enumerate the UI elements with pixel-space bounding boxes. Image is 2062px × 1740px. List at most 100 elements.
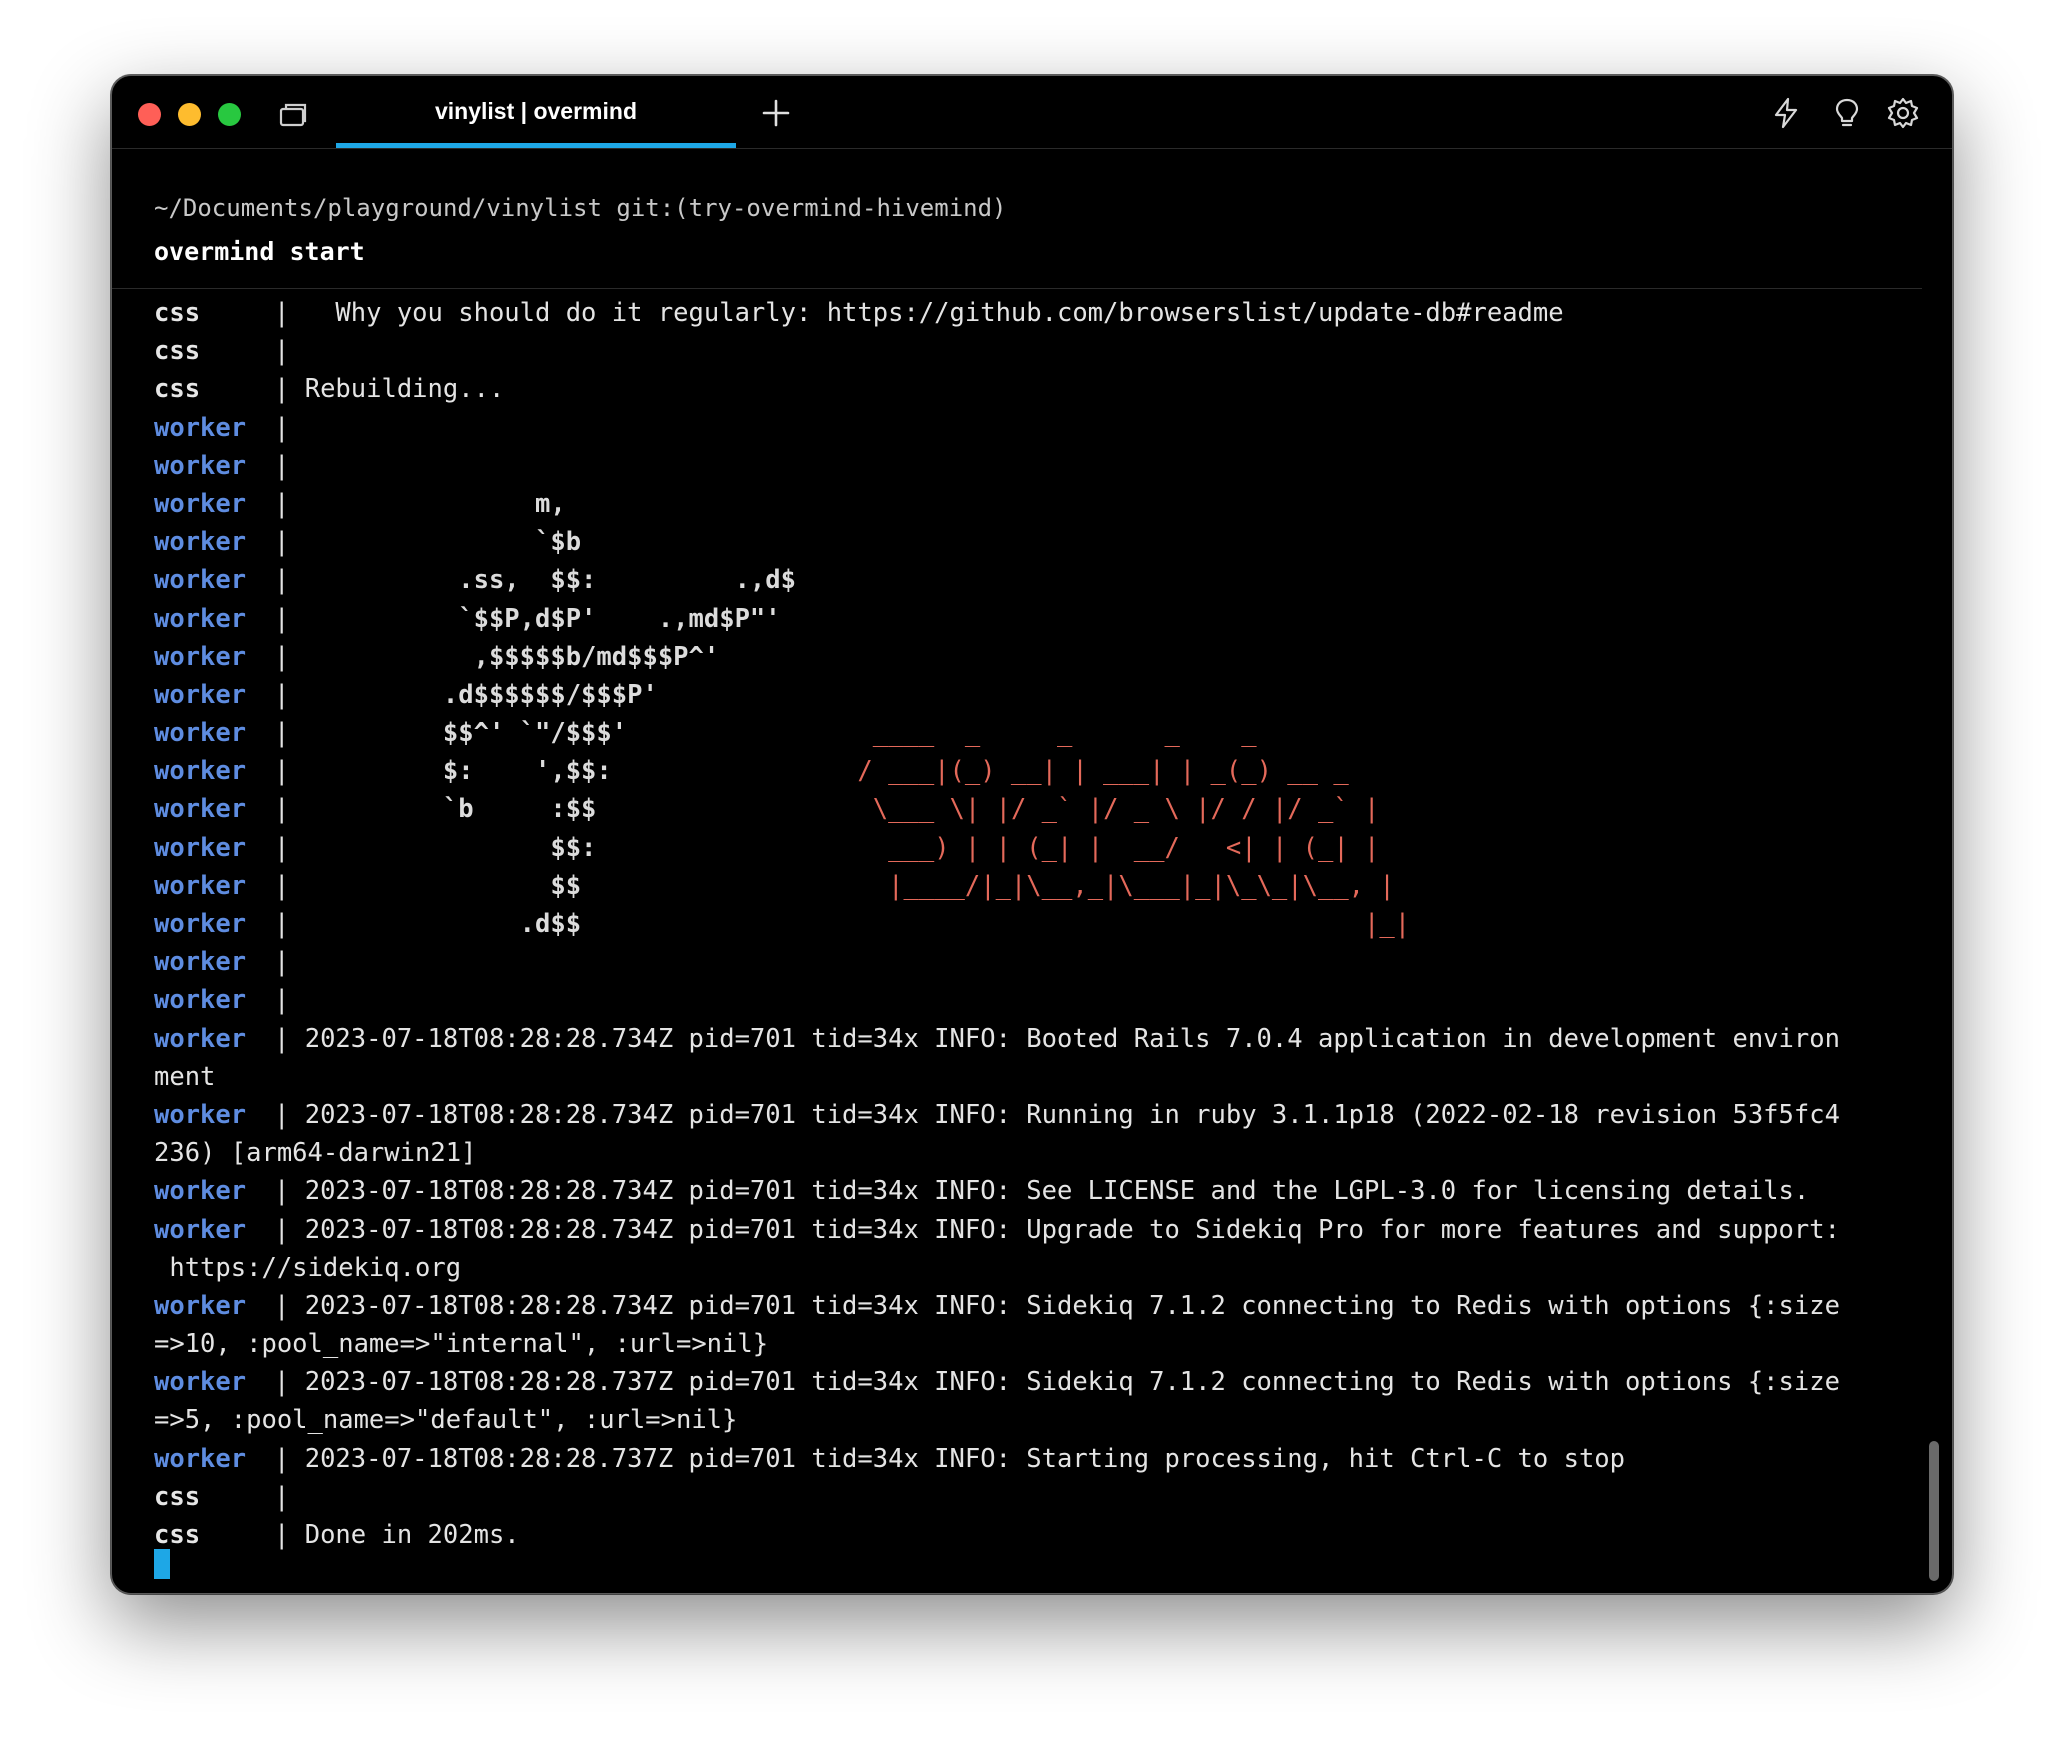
process-label: worker	[154, 756, 247, 787]
pipe-separator: |	[274, 679, 290, 710]
process-label: css	[154, 1481, 201, 1512]
sidekiq-ascii-art: $$	[304, 870, 582, 901]
pipe-separator: |	[274, 947, 290, 978]
output-line: css | Why you should do it regularly: htt…	[154, 294, 1914, 332]
process-label: worker	[154, 1367, 247, 1398]
sidekiq-ascii-logo: \___ \| |/ _` |/ _ \ |/ / |/ _` |	[765, 794, 1380, 825]
output-line: worker | `$$P,d$P' .,md$P"'	[154, 600, 1914, 638]
pipe-separator: |	[274, 1443, 290, 1474]
tab-title: vinylist | overmind	[435, 98, 637, 124]
pipe-separator: |	[274, 794, 290, 825]
sidekiq-ascii-art: .d$$	[304, 909, 582, 939]
log-text: ment	[154, 1061, 216, 1092]
prompt-path: ~/Documents/playground/vinylist git:(try…	[154, 194, 1007, 222]
log-text: 2023-07-18T08:28:28.734Z pid=701 tid=34x…	[304, 1176, 1810, 1207]
output-line: worker | 2023-07-18T08:28:28.734Z pid=701…	[154, 1172, 1914, 1210]
output-line: worker | 2023-07-18T08:28:28.734Z pid=701…	[154, 1211, 1914, 1249]
output-line: worker | $$ |____/|_|\__,_|\___|_|\_\_|\_…	[154, 867, 1914, 905]
sidekiq-ascii-logo: ____ _ _ _ _	[765, 718, 1257, 749]
command-text: overmind start	[154, 237, 365, 266]
process-label: worker	[154, 718, 247, 749]
output-line: worker | .d$$ |_|	[154, 905, 1914, 943]
pipe-separator: |	[274, 985, 290, 1016]
process-label: worker	[154, 603, 247, 634]
sidekiq-ascii-logo: ___) | | (_| | __/ <| | (_| |	[765, 832, 1380, 863]
pipe-separator: |	[274, 641, 290, 672]
output-line: worker |	[154, 943, 1914, 981]
log-text: 2023-07-18T08:28:28.737Z pid=701 tid=34x…	[304, 1367, 1840, 1398]
process-label: worker	[154, 947, 247, 978]
process-label: worker	[154, 870, 247, 901]
plus-icon[interactable]	[759, 96, 793, 130]
output-line: worker | 2023-07-18T08:28:28.737Z pid=701…	[154, 1363, 1914, 1401]
output-line: =>5, :pool_name=>"default", :url=>nil}	[154, 1401, 1914, 1439]
output-line: css |	[154, 332, 1914, 370]
log-text: Done in 202ms.	[304, 1520, 520, 1550]
sidekiq-ascii-logo: |_|	[765, 909, 1411, 939]
output-line: worker |	[154, 447, 1914, 485]
output-line: https://sidekiq.org	[154, 1249, 1914, 1287]
output-line: worker | $$: ___) | | (_| | __/ <| | (_| …	[154, 829, 1914, 867]
sidekiq-ascii-art: `$$P,d$P' .,md$P"'	[304, 603, 781, 634]
log-text: =>5, :pool_name=>"default", :url=>nil}	[154, 1405, 738, 1436]
process-label: worker	[154, 1443, 247, 1474]
process-label: worker	[154, 450, 247, 481]
minimize-button[interactable]	[178, 103, 201, 126]
lightning-bolt-icon[interactable]	[1769, 96, 1803, 130]
output-line: worker | 2023-07-18T08:28:28.734Z pid=701…	[154, 1020, 1914, 1058]
sidekiq-ascii-logo: / ___|(_) __| | ___| | _(_) __ _	[765, 756, 1349, 787]
log-text: Why you should do it regularly: https://…	[304, 298, 1564, 328]
process-label: worker	[154, 412, 247, 443]
output-line: worker | .d$$$$$$/$$$P'	[154, 676, 1914, 714]
process-label: worker	[154, 679, 247, 710]
process-label: css	[154, 1520, 201, 1550]
pipe-separator: |	[274, 1099, 290, 1130]
process-label: css	[154, 374, 201, 405]
process-label: css	[154, 336, 201, 367]
output-line: worker | `b :$$ \___ \| |/ _` |/ _ \ |/ /…	[154, 790, 1914, 828]
zoom-button[interactable]	[218, 103, 241, 126]
output-line: worker | 2023-07-18T08:28:28.734Z pid=701…	[154, 1287, 1914, 1325]
pipe-separator: |	[274, 832, 290, 863]
pipe-separator: |	[274, 412, 290, 443]
pipe-separator: |	[274, 527, 290, 558]
log-text: 2023-07-18T08:28:28.734Z pid=701 tid=34x…	[304, 1099, 1840, 1130]
sidekiq-ascii-art: m,	[304, 488, 566, 519]
output-line: ment	[154, 1058, 1914, 1096]
process-label: worker	[154, 1099, 247, 1130]
gear-icon[interactable]	[1886, 96, 1920, 130]
log-text: =>10, :pool_name=>"internal", :url=>nil}	[154, 1329, 769, 1360]
title-bar-divider	[112, 148, 1952, 149]
sidekiq-ascii-art: .ss, $$: .,d$	[304, 565, 796, 596]
log-text: 236) [arm64-darwin21]	[154, 1138, 477, 1169]
sidekiq-ascii-art: $$^' `"/$$$'	[304, 718, 628, 749]
log-text: 2023-07-18T08:28:28.734Z pid=701 tid=34x…	[304, 1214, 1840, 1245]
process-label: worker	[154, 641, 247, 672]
output-line: worker | $$^' `"/$$$' ____ _ _ _ _	[154, 714, 1914, 752]
sidekiq-ascii-art: $: ',$$:	[304, 756, 612, 787]
log-text: https://sidekiq.org	[154, 1252, 462, 1283]
process-label: worker	[154, 909, 247, 939]
lightbulb-icon[interactable]	[1830, 96, 1864, 130]
pipe-separator: |	[274, 718, 290, 749]
output-line: =>10, :pool_name=>"internal", :url=>nil}	[154, 1325, 1914, 1363]
pipe-separator: |	[274, 756, 290, 787]
tab-vinylist-overmind[interactable]: vinylist | overmind	[336, 76, 736, 148]
command-header-divider	[112, 288, 1922, 289]
log-text: 2023-07-18T08:28:28.734Z pid=701 tid=34x…	[304, 1023, 1840, 1054]
sidekiq-ascii-art: `$b	[304, 527, 582, 558]
close-button[interactable]	[138, 103, 161, 126]
tabs-overview-icon[interactable]	[277, 101, 309, 129]
output-line: worker | m,	[154, 485, 1914, 523]
output-line: 236) [arm64-darwin21]	[154, 1134, 1914, 1172]
process-label: worker	[154, 488, 247, 519]
pipe-separator: |	[274, 336, 290, 367]
terminal-output: css | Why you should do it regularly: htt…	[154, 294, 1914, 1554]
scrollbar[interactable]	[1929, 1441, 1939, 1581]
pipe-separator: |	[274, 374, 290, 405]
process-label: worker	[154, 527, 247, 558]
output-line: css | Rebuilding...	[154, 370, 1914, 408]
log-text: 2023-07-18T08:28:28.734Z pid=701 tid=34x…	[304, 1290, 1840, 1321]
process-label: worker	[154, 985, 247, 1016]
pipe-separator: |	[274, 1367, 290, 1398]
